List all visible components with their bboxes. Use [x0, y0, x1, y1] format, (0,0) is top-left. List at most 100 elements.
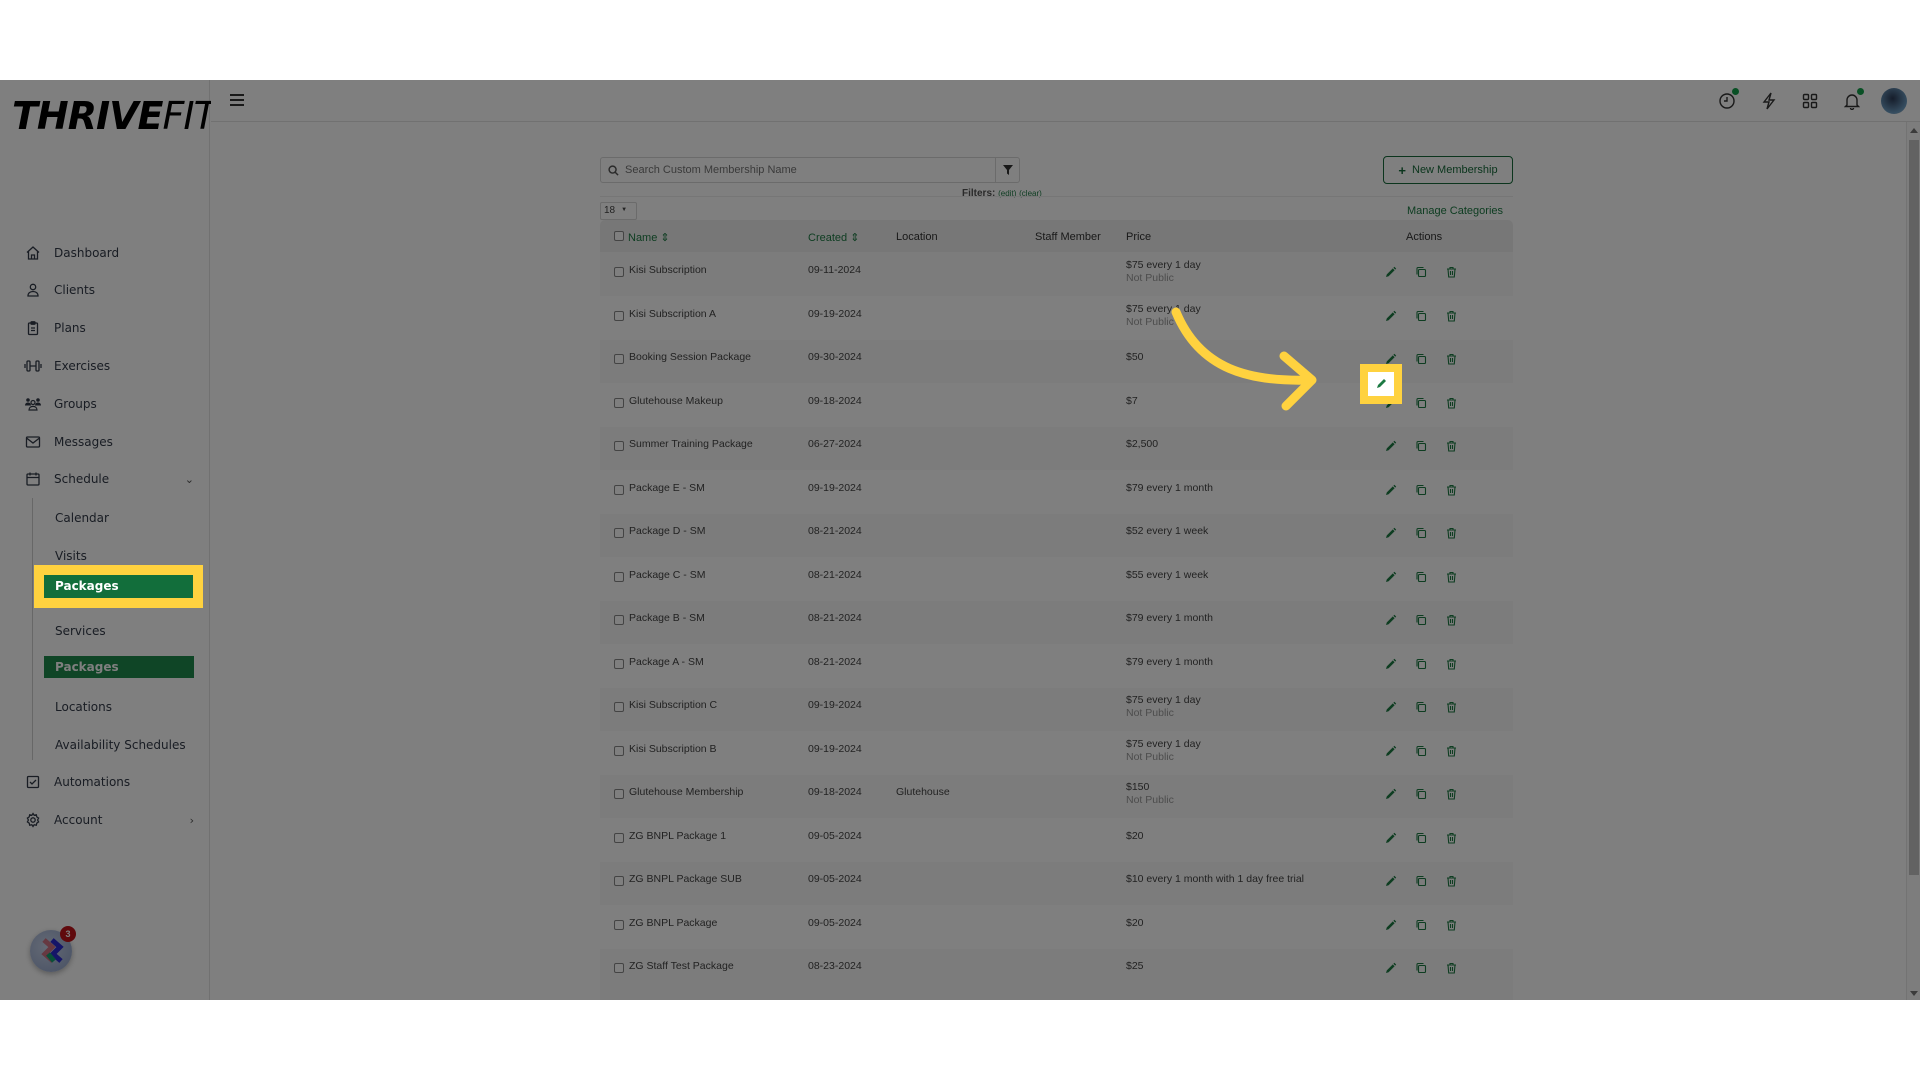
- row-checkbox[interactable]: [614, 571, 624, 582]
- row-checkbox[interactable]: [614, 441, 624, 451]
- sidebar-item-messages[interactable]: Messages: [24, 430, 194, 454]
- sidebar-item-plans[interactable]: Plans: [24, 316, 194, 340]
- duplicate-button[interactable]: [1412, 785, 1430, 803]
- cell-name[interactable]: Package B - SM: [629, 612, 705, 624]
- sidebar-sub-availability-schedules[interactable]: Availability Schedules: [55, 738, 186, 752]
- chevron-right-icon[interactable]: ›: [190, 814, 194, 827]
- edit-button[interactable]: [1382, 481, 1400, 499]
- sidebar-item-dashboard[interactable]: Dashboard: [24, 241, 194, 265]
- delete-button[interactable]: [1442, 742, 1460, 760]
- delete-button[interactable]: [1442, 698, 1460, 716]
- delete-button[interactable]: [1442, 785, 1460, 803]
- edit-button[interactable]: [1382, 350, 1400, 368]
- menu-toggle-icon[interactable]: [230, 94, 244, 106]
- search-input[interactable]: [625, 164, 995, 176]
- edit-button[interactable]: [1382, 872, 1400, 890]
- delete-button[interactable]: [1442, 568, 1460, 586]
- row-checkbox[interactable]: [614, 745, 624, 756]
- sidebar-item-account[interactable]: Account ›: [24, 808, 194, 832]
- user-avatar[interactable]: [1881, 88, 1907, 114]
- cell-name[interactable]: Kisi Subscription: [629, 264, 707, 276]
- sidebar-sub-services[interactable]: Services: [55, 624, 106, 638]
- delete-button[interactable]: [1442, 350, 1460, 368]
- delete-button[interactable]: [1442, 916, 1460, 934]
- sidebar-item-schedule[interactable]: Schedule ⌄: [24, 467, 194, 491]
- row-checkbox[interactable]: [614, 310, 624, 321]
- row-checkbox[interactable]: [614, 615, 624, 625]
- edit-button[interactable]: [1382, 829, 1400, 847]
- select-all-checkbox[interactable]: [614, 231, 624, 241]
- duplicate-button[interactable]: [1412, 307, 1430, 325]
- scrollbar-thumb[interactable]: [1909, 140, 1919, 875]
- row-checkbox[interactable]: [614, 658, 624, 669]
- delete-button[interactable]: [1442, 394, 1460, 412]
- edit-button[interactable]: [1382, 437, 1400, 455]
- new-membership-button[interactable]: + New Membership: [1383, 156, 1513, 184]
- edit-button[interactable]: [1382, 394, 1400, 412]
- row-checkbox[interactable]: [614, 832, 624, 843]
- delete-button[interactable]: [1442, 437, 1460, 455]
- sidebar-item-groups[interactable]: Groups: [24, 392, 194, 416]
- clock-icon[interactable]: [1716, 88, 1739, 112]
- cell-name[interactable]: Package A - SM: [629, 656, 704, 668]
- edit-button[interactable]: [1382, 524, 1400, 542]
- edit-button[interactable]: [1382, 959, 1400, 977]
- duplicate-button[interactable]: [1412, 481, 1430, 499]
- duplicate-button[interactable]: [1412, 568, 1430, 586]
- sidebar-item-exercises[interactable]: Exercises: [24, 354, 194, 378]
- cell-name[interactable]: ZG BNPL Package 1: [629, 830, 726, 842]
- edit-button[interactable]: [1382, 785, 1400, 803]
- row-checkbox[interactable]: [614, 397, 624, 408]
- row-checkbox[interactable]: [614, 789, 624, 799]
- cell-name[interactable]: Package E - SM: [629, 482, 705, 494]
- sidebar-item-clients[interactable]: Clients: [24, 278, 194, 302]
- delete-button[interactable]: [1442, 307, 1460, 325]
- row-checkbox[interactable]: [614, 919, 624, 930]
- edit-button[interactable]: [1382, 916, 1400, 934]
- duplicate-button[interactable]: [1412, 959, 1430, 977]
- duplicate-button[interactable]: [1412, 263, 1430, 281]
- cell-name[interactable]: Package D - SM: [629, 525, 705, 537]
- filter-button[interactable]: [995, 158, 1019, 182]
- duplicate-button[interactable]: [1412, 611, 1430, 629]
- chevron-down-icon[interactable]: ⌄: [185, 473, 194, 486]
- cell-name[interactable]: Glutehouse Makeup: [629, 395, 723, 407]
- sidebar-sub-locations[interactable]: Locations: [55, 700, 112, 714]
- row-checkbox[interactable]: [614, 528, 624, 538]
- scroll-up-arrow[interactable]: [1910, 128, 1918, 133]
- delete-button[interactable]: [1442, 959, 1460, 977]
- delete-button[interactable]: [1442, 655, 1460, 673]
- duplicate-button[interactable]: [1412, 655, 1430, 673]
- column-header-name[interactable]: Name ⇕: [628, 231, 670, 244]
- row-checkbox[interactable]: [614, 876, 624, 886]
- thrivefit-logo[interactable]: THRIVEFIT: [12, 94, 217, 138]
- delete-button[interactable]: [1442, 872, 1460, 890]
- sidebar-sub-recurring-members[interactable]: Recurring Members: [55, 587, 172, 601]
- sidebar-sub-calendar[interactable]: Calendar: [55, 511, 109, 525]
- row-checkbox[interactable]: [614, 484, 624, 495]
- per-page-select[interactable]: 18 ▼: [600, 202, 637, 220]
- row-checkbox[interactable]: [614, 963, 624, 973]
- cell-name[interactable]: ZG BNPL Package SUB: [629, 873, 742, 885]
- manage-categories-link[interactable]: Manage Categories: [1407, 205, 1503, 217]
- apps-grid-icon[interactable]: [1799, 90, 1821, 112]
- edit-button[interactable]: [1382, 698, 1400, 716]
- edit-button[interactable]: [1382, 307, 1400, 325]
- cell-name[interactable]: Kisi Subscription C: [629, 699, 717, 711]
- duplicate-button[interactable]: [1412, 698, 1430, 716]
- duplicate-button[interactable]: [1412, 394, 1430, 412]
- duplicate-button[interactable]: [1412, 872, 1430, 890]
- delete-button[interactable]: [1442, 524, 1460, 542]
- delete-button[interactable]: [1442, 481, 1460, 499]
- bell-icon[interactable]: [1841, 88, 1864, 112]
- duplicate-button[interactable]: [1412, 829, 1430, 847]
- cell-name[interactable]: Booking Session Package: [629, 351, 751, 363]
- cell-name[interactable]: ZG Staff Test Package: [629, 960, 734, 972]
- edit-button[interactable]: [1382, 742, 1400, 760]
- row-checkbox[interactable]: [614, 267, 624, 277]
- vertical-scrollbar[interactable]: [1906, 122, 1920, 1000]
- duplicate-button[interactable]: [1412, 437, 1430, 455]
- duplicate-button[interactable]: [1412, 350, 1430, 368]
- cell-name[interactable]: Summer Training Package: [629, 438, 753, 450]
- row-checkbox[interactable]: [614, 354, 624, 364]
